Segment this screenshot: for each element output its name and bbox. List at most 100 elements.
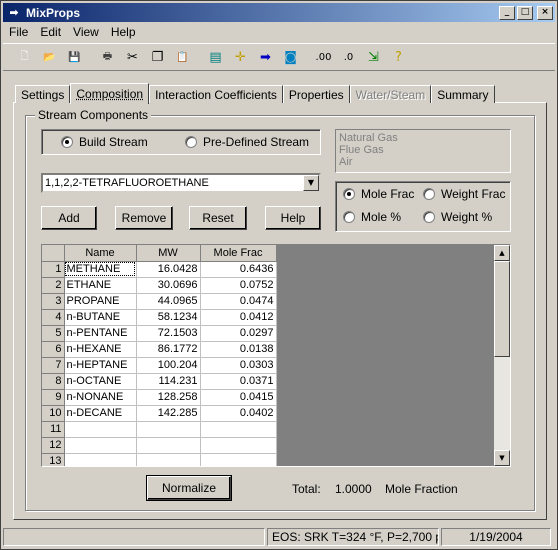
mole-frac-cell[interactable]: 0.0402 bbox=[200, 405, 277, 422]
table-row[interactable]: 2 ETHANE 30.0696 0.0752 bbox=[42, 277, 277, 294]
mw-cell[interactable]: 142.285 bbox=[136, 405, 201, 422]
table-row[interactable]: 5 n-PENTANE 72.1503 0.0297 bbox=[42, 325, 277, 342]
build-stream-radio[interactable]: Build Stream bbox=[61, 135, 148, 149]
name-cell[interactable] bbox=[64, 421, 137, 438]
mw-cell[interactable] bbox=[136, 437, 201, 454]
mole-frac-cell[interactable]: 0.0752 bbox=[200, 277, 277, 294]
maximize-button[interactable]: □ bbox=[517, 5, 533, 20]
scroll-thumb[interactable] bbox=[494, 261, 510, 357]
row-number-cell[interactable]: 10 bbox=[42, 405, 65, 422]
remove-button[interactable]: Remove bbox=[115, 206, 173, 230]
header-name[interactable]: Name bbox=[64, 245, 137, 262]
name-cell[interactable] bbox=[64, 453, 137, 466]
scroll-down-icon[interactable]: ▼ bbox=[494, 450, 510, 466]
mole-frac-radio[interactable]: Mole Frac bbox=[343, 187, 414, 201]
decimal-decrease-icon[interactable]: .0 bbox=[337, 46, 360, 68]
mw-cell[interactable]: 58.1234 bbox=[136, 309, 201, 326]
normalize-button[interactable]: Normalize bbox=[146, 475, 232, 501]
mw-cell[interactable]: 72.1503 bbox=[136, 325, 201, 342]
chevron-down-icon[interactable]: ▼ bbox=[303, 175, 319, 191]
minimize-button[interactable]: _ bbox=[499, 5, 515, 20]
help-icon[interactable]: ? bbox=[387, 46, 410, 68]
mw-cell[interactable]: 30.0696 bbox=[136, 277, 201, 294]
row-number-cell[interactable]: 12 bbox=[42, 437, 65, 454]
row-number-cell[interactable]: 7 bbox=[42, 357, 65, 374]
open-icon[interactable]: 📂 bbox=[38, 46, 61, 68]
name-cell[interactable]: n-BUTANE bbox=[64, 309, 137, 326]
predefined-stream-radio[interactable]: Pre-Defined Stream bbox=[185, 135, 309, 149]
list-item[interactable]: Air bbox=[339, 156, 507, 168]
arrow-right-icon[interactable]: ➡ bbox=[254, 46, 277, 68]
table-row[interactable]: 3 PROPANE 44.0965 0.0474 bbox=[42, 293, 277, 310]
paste-icon[interactable]: 📋 bbox=[171, 46, 194, 68]
header-mole-frac[interactable]: Mole Frac bbox=[200, 245, 277, 262]
grid-scrollbar[interactable]: ▲ ▼ bbox=[494, 245, 510, 466]
row-number-cell[interactable]: 1 bbox=[42, 261, 65, 278]
table-row[interactable]: 10 n-DECANE 142.285 0.0402 bbox=[42, 405, 277, 422]
row-number-cell[interactable]: 2 bbox=[42, 277, 65, 294]
name-cell[interactable]: n-OCTANE bbox=[64, 373, 137, 390]
name-cell[interactable]: n-DECANE bbox=[64, 405, 137, 422]
name-cell[interactable]: n-HEXANE bbox=[64, 341, 137, 358]
title-bar[interactable]: ➡ MixProps _ □ × bbox=[3, 3, 555, 22]
table-row[interactable]: 6 n-HEXANE 86.1772 0.0138 bbox=[42, 341, 277, 358]
table-row[interactable]: 13 bbox=[42, 453, 277, 466]
scroll-up-icon[interactable]: ▲ bbox=[494, 245, 510, 261]
close-button[interactable]: × bbox=[537, 5, 553, 20]
weight-percent-radio[interactable]: Weight % bbox=[423, 210, 492, 224]
mole-frac-cell[interactable] bbox=[200, 437, 277, 454]
tab-interaction-coefficients[interactable]: Interaction Coefficients bbox=[149, 85, 283, 103]
header-mw[interactable]: MW bbox=[136, 245, 201, 262]
list-item[interactable]: Flue Gas bbox=[339, 144, 507, 156]
name-cell[interactable]: n-HEPTANE bbox=[64, 357, 137, 374]
mw-cell[interactable]: 44.0965 bbox=[136, 293, 201, 310]
row-number-cell[interactable]: 5 bbox=[42, 325, 65, 342]
row-number-cell[interactable]: 3 bbox=[42, 293, 65, 310]
mw-cell[interactable]: 114.231 bbox=[136, 373, 201, 390]
add-button[interactable]: Add bbox=[41, 206, 97, 230]
name-cell[interactable]: ETHANE bbox=[64, 277, 137, 294]
mole-percent-radio[interactable]: Mole % bbox=[343, 210, 401, 224]
list-item[interactable]: Natural Gas bbox=[339, 132, 507, 144]
help-button[interactable]: Help bbox=[265, 206, 321, 230]
menu-view[interactable]: View bbox=[67, 25, 105, 39]
tab-settings[interactable]: Settings bbox=[15, 85, 71, 103]
mw-cell[interactable] bbox=[136, 421, 201, 438]
menu-file[interactable]: File bbox=[3, 25, 34, 39]
menu-edit[interactable]: Edit bbox=[34, 25, 67, 39]
mw-cell[interactable]: 128.258 bbox=[136, 389, 201, 406]
name-cell[interactable]: n-NONANE bbox=[64, 389, 137, 406]
table-row[interactable]: 1 METHANE 16.0428 0.6436 bbox=[42, 261, 277, 278]
weight-frac-radio[interactable]: Weight Frac bbox=[423, 187, 505, 201]
mole-frac-cell[interactable]: 0.0138 bbox=[200, 341, 277, 358]
table-row[interactable]: 9 n-NONANE 128.258 0.0415 bbox=[42, 389, 277, 406]
name-cell[interactable]: n-PENTANE bbox=[64, 325, 137, 342]
mole-frac-cell[interactable]: 0.6436 bbox=[200, 261, 277, 278]
name-cell[interactable]: METHANE bbox=[64, 261, 137, 278]
mw-cell[interactable]: 86.1772 bbox=[136, 341, 201, 358]
row-number-cell[interactable]: 4 bbox=[42, 309, 65, 326]
name-cell[interactable]: PROPANE bbox=[64, 293, 137, 310]
tank-icon[interactable]: ◙ bbox=[279, 46, 302, 68]
crosshair-icon[interactable]: ✛ bbox=[229, 46, 252, 68]
mole-frac-cell[interactable]: 0.0371 bbox=[200, 373, 277, 390]
table-row[interactable]: 4 n-BUTANE 58.1234 0.0412 bbox=[42, 309, 277, 326]
composition-grid[interactable]: Name MW Mole Frac 1 METHANE 16.0428 0.6436 2… bbox=[41, 244, 511, 467]
print-icon[interactable]: 🖶 bbox=[96, 46, 119, 68]
tab-properties[interactable]: Properties bbox=[282, 85, 350, 103]
mw-cell[interactable] bbox=[136, 453, 201, 466]
export-icon[interactable]: ⇲ bbox=[362, 46, 385, 68]
reset-button[interactable]: Reset bbox=[189, 206, 247, 230]
component-select[interactable]: 1,1,2,2-TETRAFLUOROETHANE ▼ bbox=[41, 173, 321, 193]
table-row[interactable]: 8 n-OCTANE 114.231 0.0371 bbox=[42, 373, 277, 390]
decimal-increase-icon[interactable]: .00 bbox=[312, 46, 335, 68]
mw-cell[interactable]: 100.204 bbox=[136, 357, 201, 374]
copy-icon[interactable]: ❐ bbox=[146, 46, 169, 68]
row-number-cell[interactable]: 13 bbox=[42, 453, 65, 466]
new-icon[interactable]: 🗋 bbox=[13, 46, 36, 68]
mole-frac-cell[interactable]: 0.0412 bbox=[200, 309, 277, 326]
table-row[interactable]: 11 bbox=[42, 421, 277, 438]
row-number-cell[interactable]: 8 bbox=[42, 373, 65, 390]
menu-help[interactable]: Help bbox=[105, 25, 142, 39]
calculator-icon[interactable]: ▤ bbox=[204, 46, 227, 68]
